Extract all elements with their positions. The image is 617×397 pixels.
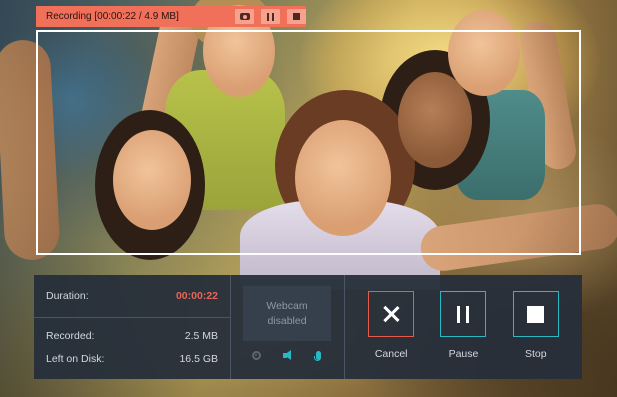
stop-icon [293, 13, 300, 20]
microphone-icon [313, 350, 321, 361]
disk-space-label: Left on Disk: [46, 353, 105, 365]
disk-space-row: Left on Disk: 16.5 GB [46, 353, 218, 365]
webcam-toggle[interactable] [249, 348, 263, 362]
pause-label: Pause [448, 348, 479, 360]
webcam-section: Webcam disabled [231, 275, 345, 379]
duration-value: 00:00:22 [175, 290, 218, 302]
webcam-status: Webcam disabled [266, 299, 308, 327]
recording-actions: Cancel Pause Stop [345, 275, 582, 379]
pause-icon [267, 12, 274, 21]
stop-icon [527, 305, 545, 323]
camera-icon [239, 13, 250, 20]
recording-control-panel: Duration: 00:00:22 Recorded: 2.5 MB Left… [34, 275, 582, 379]
capture-region-frame[interactable] [36, 30, 581, 255]
disk-space-value: 16.5 GB [179, 353, 218, 365]
microphone-toggle[interactable] [311, 348, 325, 362]
cancel-button[interactable] [368, 291, 415, 337]
duration-label: Duration: [46, 290, 89, 302]
stop-label: Stop [525, 348, 547, 360]
stop-action: Stop [512, 291, 559, 360]
close-icon [382, 305, 400, 323]
speaker-icon [282, 350, 291, 360]
recorded-label: Recorded: [46, 330, 95, 342]
cancel-action: Cancel [368, 291, 415, 360]
pause-icon [457, 305, 470, 323]
snapshot-button[interactable] [235, 9, 254, 24]
system-sound-toggle[interactable] [280, 348, 294, 362]
recorded-value: 2.5 MB [184, 330, 218, 342]
cancel-label: Cancel [374, 348, 408, 360]
webcam-icon [251, 350, 261, 360]
stop-button[interactable] [512, 291, 559, 337]
recording-info: Duration: 00:00:22 Recorded: 2.5 MB Left… [34, 275, 231, 379]
source-toggles [243, 348, 331, 362]
recorded-row: Recorded: 2.5 MB [46, 330, 218, 342]
duration-row: Duration: 00:00:22 [46, 290, 218, 302]
pause-action: Pause [440, 291, 487, 360]
recording-pause-button[interactable] [261, 9, 280, 24]
recording-status: Recording [00:00:22 / 4.9 MB] [46, 11, 179, 22]
webcam-preview: Webcam disabled [243, 286, 331, 341]
info-divider [34, 317, 230, 318]
recording-stop-button[interactable] [287, 9, 306, 24]
recording-bar: Recording [00:00:22 / 4.9 MB] [36, 6, 306, 27]
pause-button[interactable] [440, 291, 487, 337]
